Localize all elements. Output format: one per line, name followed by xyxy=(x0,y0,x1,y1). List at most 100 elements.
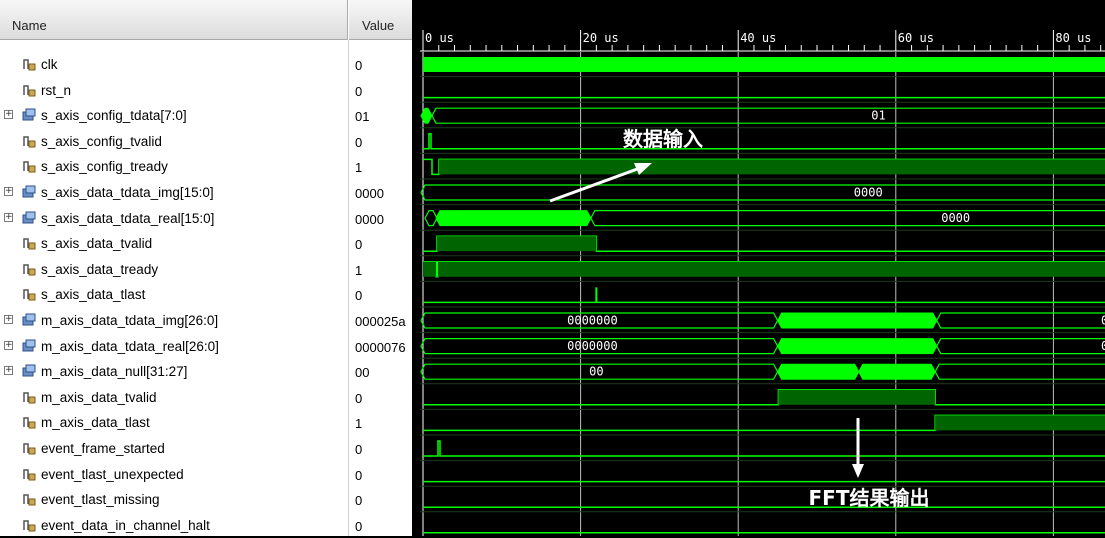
frame-started-wave xyxy=(423,440,1105,457)
expand-toggle[interactable]: + xyxy=(4,110,13,120)
signal-icon xyxy=(23,520,36,532)
signal-row[interactable]: s_axis_config_tready 1 xyxy=(0,154,412,179)
signal-row[interactable]: s_axis_config_tvalid 0 xyxy=(0,129,412,154)
bus-signal-icon xyxy=(22,108,36,121)
waveform-canvas[interactable]: 0 us 20 us 40 us 60 us 80 us0100000000000000… xyxy=(420,0,1105,536)
bus-signal-icon xyxy=(22,339,36,352)
signal-value: 0 xyxy=(355,58,363,73)
expand-toggle[interactable]: + xyxy=(4,340,13,350)
signal-name: m_axis_data_tlast xyxy=(41,415,150,431)
ruler-tick-label: 40 us xyxy=(740,31,776,45)
ruler-tick-label: 20 us xyxy=(583,31,619,45)
signal-icon xyxy=(23,238,36,250)
bus-signal-icon xyxy=(22,364,36,377)
signal-row[interactable]: m_axis_data_tvalid 0 xyxy=(0,385,412,410)
expand-toggle[interactable]: + xyxy=(4,212,13,222)
signal-name: m_axis_data_tdata_real[26:0] xyxy=(41,338,219,354)
config-tdata-label: 01 xyxy=(871,109,885,123)
signal-value: 01 xyxy=(355,109,370,125)
data-in-annotation: 数据输入 xyxy=(623,127,703,151)
signal-row[interactable]: + s_axis_data_tdata_img[15:0] 0000 xyxy=(0,180,412,205)
bus-signal-icon xyxy=(22,313,36,326)
signal-row[interactable]: event_frame_started 0 xyxy=(0,436,412,461)
signal-name: s_axis_config_tready xyxy=(41,159,168,175)
value-header-label: Value xyxy=(362,18,395,33)
signal-value: 0 xyxy=(355,442,363,457)
signal-value: 0000 xyxy=(355,186,384,201)
expand-toggle[interactable]: + xyxy=(4,366,13,376)
signal-row[interactable]: rst_n 0 xyxy=(0,78,412,103)
bus-signal-icon xyxy=(22,185,36,198)
m-real-segment xyxy=(936,338,1105,355)
signal-row[interactable]: + m_axis_data_null[31:27] 00 xyxy=(0,359,412,384)
m-real-label-left: 0000000 xyxy=(567,339,618,353)
signal-value: 1 xyxy=(355,262,363,278)
signal-value: 0 xyxy=(355,518,363,534)
m-null-segment xyxy=(934,363,1105,380)
m-real-active xyxy=(777,338,938,355)
m-img-label-right: 00 xyxy=(1101,314,1105,328)
bus-signal-icon xyxy=(22,211,36,224)
signal-row[interactable]: + s_axis_data_tdata_real[15:0] 0000 xyxy=(0,206,412,231)
signal-value: 00 xyxy=(355,365,370,381)
signal-name: event_tlast_missing xyxy=(41,492,160,508)
signal-name: rst_n xyxy=(41,82,72,98)
signal-row[interactable]: + s_axis_config_tdata[7:0] 01 xyxy=(0,103,412,128)
ruler-tick-label: 0 us xyxy=(425,31,454,45)
signal-value: 0 xyxy=(355,83,363,99)
signal-icon xyxy=(23,417,36,429)
signal-icon xyxy=(23,494,36,506)
m-tvalid-fill xyxy=(778,389,936,405)
signal-icon xyxy=(23,468,36,481)
fft-out-annotation: FFT结果输出 xyxy=(809,486,930,510)
m-null-active xyxy=(777,363,860,380)
signal-icon xyxy=(23,84,36,97)
signal-name: s_axis_data_tdata_real[15:0] xyxy=(41,210,215,226)
signal-name: s_axis_data_tvalid xyxy=(41,236,153,252)
m-img-active xyxy=(777,312,938,329)
signal-name: clk xyxy=(41,57,58,72)
signal-icon xyxy=(23,161,36,173)
config-tready-fill xyxy=(439,159,1105,175)
value-column-header[interactable]: Value xyxy=(349,0,412,40)
signal-icon xyxy=(23,59,36,71)
expand-toggle[interactable]: + xyxy=(4,187,13,196)
signal-value: 0 xyxy=(355,288,363,304)
data-tvalid-fill xyxy=(437,236,597,252)
signal-name: s_axis_config_tdata[7:0] xyxy=(41,108,187,124)
signal-row[interactable]: event_data_in_channel_halt 0 xyxy=(0,513,412,538)
m-img-segment xyxy=(936,312,1105,329)
m-img-label-left: 0000000 xyxy=(567,314,618,328)
signal-row[interactable]: s_axis_data_tlast 0 xyxy=(0,282,412,307)
m-tvalid-wave xyxy=(423,389,1105,406)
data-real-segment xyxy=(424,210,438,227)
m-null-active xyxy=(858,363,936,380)
signal-row[interactable]: clk 0 xyxy=(0,52,412,77)
ruler-tick-label: 60 us xyxy=(898,31,934,45)
signal-name: event_tlast_unexpected xyxy=(41,466,184,482)
ruler-tick-label: 80 us xyxy=(1055,31,1091,45)
signal-row[interactable]: s_axis_data_tvalid 0 xyxy=(0,231,412,256)
signal-value: 0000 xyxy=(355,211,384,227)
name-header-label: Name xyxy=(12,18,47,33)
fft-out-arrowhead xyxy=(852,464,864,478)
signal-row[interactable]: m_axis_data_tlast 1 xyxy=(0,410,412,435)
expand-toggle[interactable]: + xyxy=(4,315,13,324)
m-tlast-fill xyxy=(935,415,1105,431)
signal-row[interactable]: event_tlast_unexpected 0 xyxy=(0,462,412,487)
data-real-label: 0000 xyxy=(941,211,970,225)
pane-splitter[interactable] xyxy=(412,0,420,536)
signal-value: 1 xyxy=(355,416,363,432)
signal-row[interactable]: s_axis_data_tready 1 xyxy=(0,257,412,282)
signal-row[interactable]: event_tlast_missing 0 xyxy=(0,487,412,512)
signal-value: 000025a xyxy=(355,314,406,329)
m-real-label-right: 00 xyxy=(1101,339,1105,353)
signal-row[interactable]: + m_axis_data_tdata_real[26:0] 0000076 xyxy=(0,334,412,359)
data-real-active xyxy=(435,210,592,227)
signal-name: s_axis_data_tready xyxy=(41,261,159,277)
signal-row[interactable]: + m_axis_data_tdata_img[26:0] 000025a xyxy=(0,308,412,333)
signal-list-panel: Name Value clk 0 rst_n 0 + s_axis_config_tdat… xyxy=(0,0,414,536)
signal-icon xyxy=(23,443,36,455)
signal-value: 0 xyxy=(355,390,363,406)
name-column-header[interactable]: Name xyxy=(0,0,348,40)
